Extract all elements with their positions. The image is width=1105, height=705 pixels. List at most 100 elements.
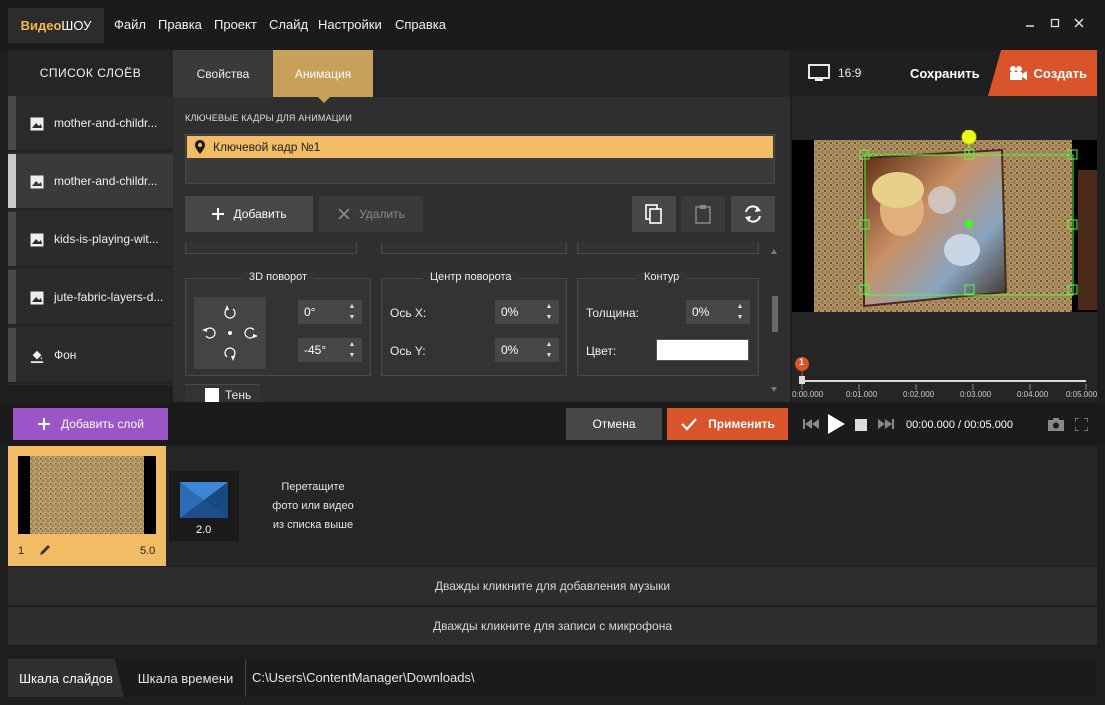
rotation-pad[interactable] — [194, 297, 266, 369]
axis-x-stepper[interactable]: 0% ▲ ▼ — [495, 300, 559, 324]
slide-preview — [18, 456, 156, 534]
menu-edit[interactable]: Правка — [158, 17, 202, 32]
apply-button[interactable]: Применить — [667, 408, 788, 440]
plus-icon — [212, 208, 225, 220]
preview-panel: 16:9 Сохранить Создать 1 0:00.000 0:01.0… — [792, 50, 1097, 402]
microphone-track[interactable]: Дважды кликните для записи с микрофона — [8, 607, 1097, 645]
thickness-label: Толщина: — [586, 306, 640, 320]
tick-label: 0:00.000 — [792, 390, 824, 399]
pencil-icon[interactable] — [38, 543, 52, 557]
layer-strip — [8, 270, 16, 324]
color-label: Цвет: — [586, 344, 617, 358]
layer-item-4[interactable]: jute-fabric-layers-d... — [8, 270, 173, 326]
marker-number: 1 — [799, 357, 805, 367]
add-keyframe-button[interactable]: Добавить — [185, 196, 313, 232]
add-layer-label: Добавить слой — [61, 417, 144, 431]
tab-time-timeline[interactable]: Шкала времени — [126, 659, 246, 697]
layer-item-2[interactable]: mother-and-childr... — [8, 154, 173, 210]
slide-number: 1 — [18, 545, 25, 557]
paste-keyframe-button[interactable] — [681, 196, 725, 232]
selection-frame[interactable] — [792, 130, 1097, 310]
copy-keyframe-button[interactable] — [632, 196, 676, 232]
keyframes-title: КЛЮЧЕВЫЕ КАДРЫ ДЛЯ АНИМАЦИИ — [185, 113, 352, 123]
rotation-3d-title: 3D поворот — [241, 271, 316, 283]
layers-title: СПИСОК СЛОЁВ — [8, 50, 173, 96]
reset-keyframe-button[interactable] — [731, 196, 775, 232]
rotation-y-stepper[interactable]: -45° ▲ ▼ — [298, 338, 362, 362]
layer-label: Фон — [54, 348, 77, 362]
menu-slide[interactable]: Слайд — [269, 17, 308, 32]
tab-slide-timeline[interactable]: Шкала слайдов — [8, 659, 124, 697]
shadow-group: Тень — [185, 384, 260, 402]
contour-title: Контур — [636, 271, 688, 283]
save-button[interactable]: Сохранить — [910, 66, 980, 81]
layers-panel: СПИСОК СЛОЁВ mother-and-childr... mother… — [8, 50, 173, 385]
keyframe-item[interactable]: Ключевой кадр №1 — [187, 136, 773, 158]
axis-x-value: 0% — [501, 305, 519, 319]
layer-item-3[interactable]: kids-is-playing-wit... — [8, 212, 173, 268]
copy-icon — [645, 204, 662, 224]
rotation-y-value: -45° — [304, 343, 327, 357]
drop-hint-line: из списка выше — [272, 519, 354, 531]
stepper-arrows[interactable]: ▲ ▼ — [348, 341, 356, 359]
layer-item-background[interactable]: Фон — [8, 328, 173, 384]
checkmark-icon — [681, 418, 697, 431]
logo-part-video: Видео — [20, 18, 62, 33]
add-layer-button[interactable]: Добавить слой — [13, 408, 168, 440]
stepper-arrows[interactable]: ▲ ▼ — [736, 303, 744, 321]
preview-timeline[interactable]: 1 0:00.000 0:01.000 0:02.000 0:03.000 0:… — [792, 356, 1097, 402]
rotation-3d-group: 3D поворот 0° ▲ ▼ -45° ▲ ▼ — [185, 271, 371, 376]
create-button[interactable]: Создать — [988, 50, 1097, 96]
slide-thumbnail-1[interactable]: 1 5.0 — [8, 446, 166, 566]
cancel-button[interactable]: Отмена — [566, 408, 662, 440]
create-label: Создать — [1033, 65, 1087, 81]
menu-help[interactable]: Справка — [395, 17, 446, 32]
stepper-arrows[interactable]: ▲ ▼ — [545, 303, 553, 321]
refresh-icon — [745, 205, 761, 223]
delete-label: Удалить — [359, 207, 405, 221]
rotation-x-stepper[interactable]: 0° ▲ ▼ — [298, 300, 362, 324]
menu-settings[interactable]: Настройки — [318, 17, 382, 32]
fullscreen-icon[interactable] — [1075, 418, 1088, 431]
rotation-center-group: Центр поворота Ось X: 0% ▲ ▼ Ось Y: 0% ▲ ▼ — [381, 271, 567, 376]
logo-part-show: ШОУ — [61, 18, 92, 33]
scrollbar-thumb[interactable] — [772, 296, 778, 332]
slide-duration: 5.0 — [140, 545, 156, 557]
layer-label: mother-and-childr... — [54, 116, 158, 130]
menu-project[interactable]: Проект — [214, 17, 257, 32]
skip-back-icon[interactable] — [803, 418, 819, 430]
stepper-arrows[interactable]: ▲ ▼ — [545, 341, 553, 359]
keyframe-label: Ключевой кадр №1 — [213, 140, 321, 154]
paint-bucket-icon — [30, 350, 44, 363]
contour-group: Контур Толщина: 0% ▲ ▼ Цвет: — [577, 271, 759, 376]
axis-y-stepper[interactable]: 0% ▲ ▼ — [495, 338, 559, 362]
tick-label: 0:03.000 — [960, 390, 992, 399]
transition-duration: 2.0 — [196, 524, 212, 536]
preview-header: 16:9 Сохранить Создать — [792, 50, 1097, 96]
snapshot-icon[interactable] — [1048, 418, 1064, 431]
tab-animation[interactable]: Анимация — [273, 50, 373, 97]
stepper-arrows[interactable]: ▲ ▼ — [348, 303, 356, 321]
play-icon[interactable] — [826, 413, 846, 435]
axis-y-value: 0% — [501, 343, 519, 357]
delete-keyframe-button[interactable]: Удалить — [319, 196, 423, 232]
skip-forward-icon[interactable] — [878, 418, 894, 430]
transition-thumbnail[interactable]: 2.0 — [169, 471, 239, 541]
apply-label: Применить — [708, 417, 775, 431]
aspect-ratio-button[interactable]: 16:9 — [808, 64, 861, 82]
menu-file[interactable]: Файл — [114, 17, 146, 32]
music-track[interactable]: Дважды кликните для добавления музыки — [8, 567, 1097, 605]
contour-color-swatch[interactable] — [656, 339, 749, 361]
minimize-icon[interactable] — [1022, 16, 1038, 32]
tab-properties[interactable]: Свойства — [173, 50, 273, 97]
plus-icon — [38, 418, 51, 430]
close-icon[interactable] — [1071, 16, 1087, 32]
layer-item-1[interactable]: mother-and-childr... — [8, 96, 173, 152]
maximize-icon[interactable] — [1047, 16, 1063, 32]
stop-icon[interactable] — [855, 419, 867, 431]
thickness-stepper[interactable]: 0% ▲ ▼ — [686, 300, 750, 324]
shadow-checkbox[interactable] — [205, 388, 219, 402]
slide-strip: 1 5.0 2.0 Перетащите фото или видео из с… — [8, 446, 1097, 566]
axis-y-label: Ось Y: — [390, 344, 426, 358]
active-tab-caret — [318, 97, 330, 103]
